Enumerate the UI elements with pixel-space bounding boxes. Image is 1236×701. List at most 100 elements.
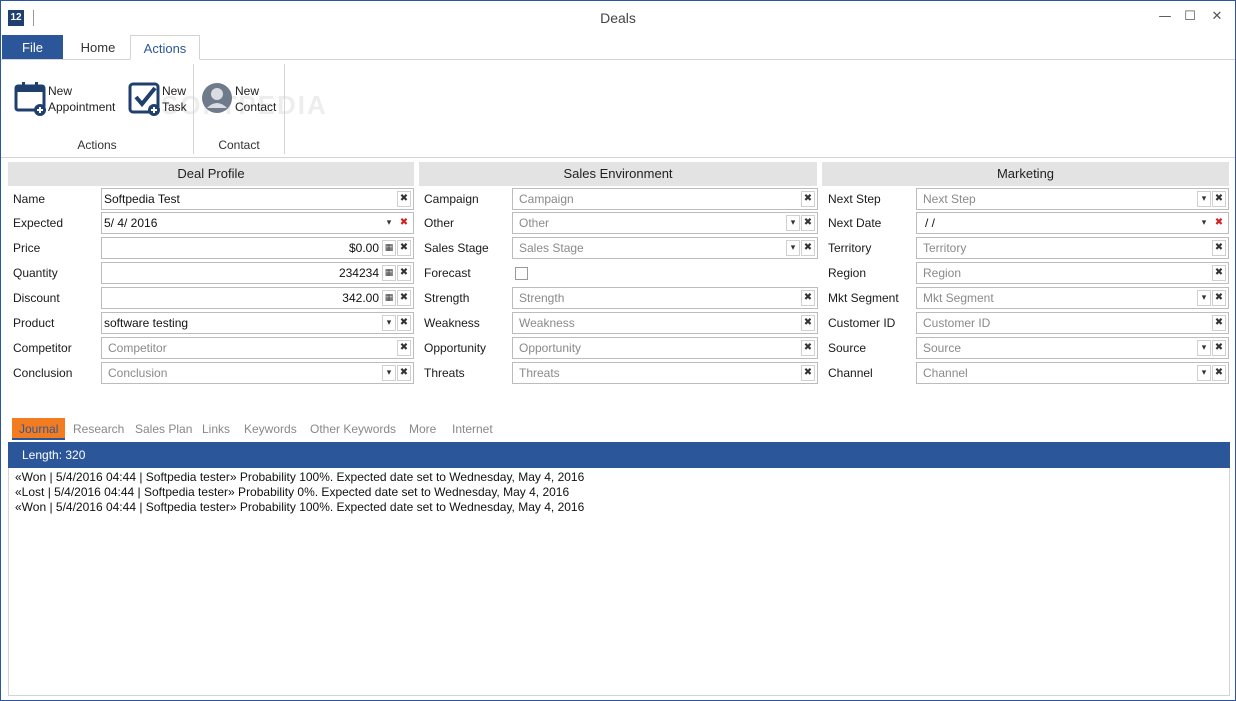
clear-icon[interactable]: ✖ [1212,191,1226,207]
forecast-checkbox[interactable] [515,267,528,280]
next-date-label: Next Date [828,216,882,230]
price-field[interactable]: $0.00 ▦ ✖ [101,237,414,259]
name-field[interactable]: Softpedia Test ✖ [101,188,414,210]
new-contact-button[interactable]: New Contact [201,78,283,122]
clear-icon[interactable]: ✖ [1212,340,1226,356]
clear-icon[interactable]: ✖ [1212,315,1226,331]
mkt-segment-field[interactable]: Mkt Segment ▾ ✖ [916,287,1229,309]
product-field[interactable]: software testing ▾ ✖ [101,312,414,334]
clear-icon[interactable]: ✖ [397,240,411,256]
calculator-icon[interactable]: ▦ [382,240,396,256]
weakness-label: Weakness [424,316,480,330]
name-label: Name [13,192,46,206]
next-date-field[interactable]: / / ▾ ✖ [916,212,1229,234]
clear-icon[interactable]: ✖ [801,315,815,331]
chevron-down-icon[interactable]: ▾ [382,315,396,331]
sales-stage-field[interactable]: Sales Stage ▾ ✖ [512,237,818,259]
clear-icon[interactable]: ✖ [1212,265,1226,281]
campaign-label: Campaign [424,192,479,206]
clear-icon[interactable]: ✖ [1212,240,1226,256]
new-appointment-button[interactable]: New Appointment [14,78,124,122]
clear-icon[interactable]: ✖ [397,340,411,356]
sales-stage-placeholder: Sales Stage [519,241,584,255]
maximize-button[interactable]: ☐ [1178,7,1202,27]
channel-field[interactable]: Channel ▾ ✖ [916,362,1229,384]
clear-icon[interactable]: ✖ [397,315,411,331]
other-label: Other [424,216,455,230]
region-placeholder: Region [923,266,962,280]
minimize-button[interactable]: — [1153,7,1177,27]
chevron-down-icon[interactable]: ▾ [1197,215,1211,231]
conclusion-field[interactable]: Conclusion ▾ ✖ [101,362,414,384]
territory-placeholder: Territory [923,241,967,255]
clear-icon[interactable]: ✖ [397,265,411,281]
clear-icon[interactable]: ✖ [801,365,815,381]
tab-more[interactable]: More [409,418,436,440]
journal-length-bar: Length: 320 [8,442,1230,468]
chevron-down-icon[interactable]: ▾ [786,215,800,231]
clear-icon[interactable]: ✖ [801,290,815,306]
weakness-field[interactable]: Weakness ✖ [512,312,818,334]
clear-icon[interactable]: ✖ [1212,365,1226,381]
chevron-down-icon[interactable]: ▾ [382,365,396,381]
tab-links[interactable]: Links [202,418,230,440]
chevron-down-icon[interactable]: ▾ [1197,340,1211,356]
threats-field[interactable]: Threats ✖ [512,362,818,384]
clear-icon[interactable]: ✖ [1212,290,1226,306]
customer-id-field[interactable]: Customer ID ✖ [916,312,1229,334]
tab-sales-plan[interactable]: Sales Plan [135,418,192,440]
tab-file[interactable]: File [2,35,63,60]
new-contact-label: New Contact [235,84,277,114]
window-title: Deals [600,10,636,26]
product-label: Product [13,316,55,330]
other-placeholder: Other [519,216,550,230]
chevron-down-icon[interactable]: ▾ [1197,290,1211,306]
chevron-down-icon[interactable]: ▾ [382,215,396,231]
price-value: $0.00 [348,241,379,255]
ribbon: SOFTPEDIA New Appointment New Task New C… [1,60,1235,158]
clear-icon[interactable]: ✖ [397,191,411,207]
tab-home[interactable]: Home [67,35,129,60]
competitor-field[interactable]: Competitor ✖ [101,337,414,359]
new-appointment-label: New Appointment [48,84,116,114]
territory-field[interactable]: Territory ✖ [916,237,1229,259]
new-task-button[interactable]: New Task [128,78,192,122]
price-label: Price [13,241,41,255]
calculator-icon[interactable]: ▦ [382,265,396,281]
clear-icon[interactable]: ✖ [801,240,815,256]
tab-internet[interactable]: Internet [452,418,493,440]
next-step-field[interactable]: Next Step ▾ ✖ [916,188,1229,210]
campaign-field[interactable]: Campaign ✖ [512,188,818,210]
chevron-down-icon[interactable]: ▾ [786,240,800,256]
channel-label: Channel [828,366,873,380]
tab-keywords[interactable]: Keywords [244,418,297,440]
clear-icon[interactable]: ✖ [397,290,411,306]
region-field[interactable]: Region ✖ [916,262,1229,284]
journal-text-area[interactable]: «Won | 5/4/2016 04:44 | Softpedia tester… [8,468,1230,696]
clear-icon[interactable]: ✖ [801,215,815,231]
ribbon-group-actions-label: Actions [77,138,117,152]
opportunity-field[interactable]: Opportunity ✖ [512,337,818,359]
clear-date-icon[interactable]: ✖ [397,215,411,231]
calculator-icon[interactable]: ▦ [382,290,396,306]
tab-journal[interactable]: Journal [12,418,66,440]
tab-research[interactable]: Research [73,418,124,440]
new-task-label: New Task [162,84,187,114]
channel-placeholder: Channel [923,366,968,380]
ribbon-group-contact-label: Contact [218,138,260,152]
source-field[interactable]: Source ▾ ✖ [916,337,1229,359]
strength-field[interactable]: Strength ✖ [512,287,818,309]
close-button[interactable]: ✕ [1205,7,1229,27]
clear-icon[interactable]: ✖ [801,191,815,207]
quantity-field[interactable]: 234234 ▦ ✖ [101,262,414,284]
expected-date-field[interactable]: 5/ 4/ 2016 ▾ ✖ [101,212,414,234]
chevron-down-icon[interactable]: ▾ [1197,191,1211,207]
tab-actions[interactable]: Actions [130,35,200,60]
other-field[interactable]: Other ▾ ✖ [512,212,818,234]
clear-icon[interactable]: ✖ [397,365,411,381]
discount-field[interactable]: 342.00 ▦ ✖ [101,287,414,309]
clear-date-icon[interactable]: ✖ [1212,215,1226,231]
clear-icon[interactable]: ✖ [801,340,815,356]
chevron-down-icon[interactable]: ▾ [1197,365,1211,381]
tab-other-keywords[interactable]: Other Keywords [310,418,396,440]
